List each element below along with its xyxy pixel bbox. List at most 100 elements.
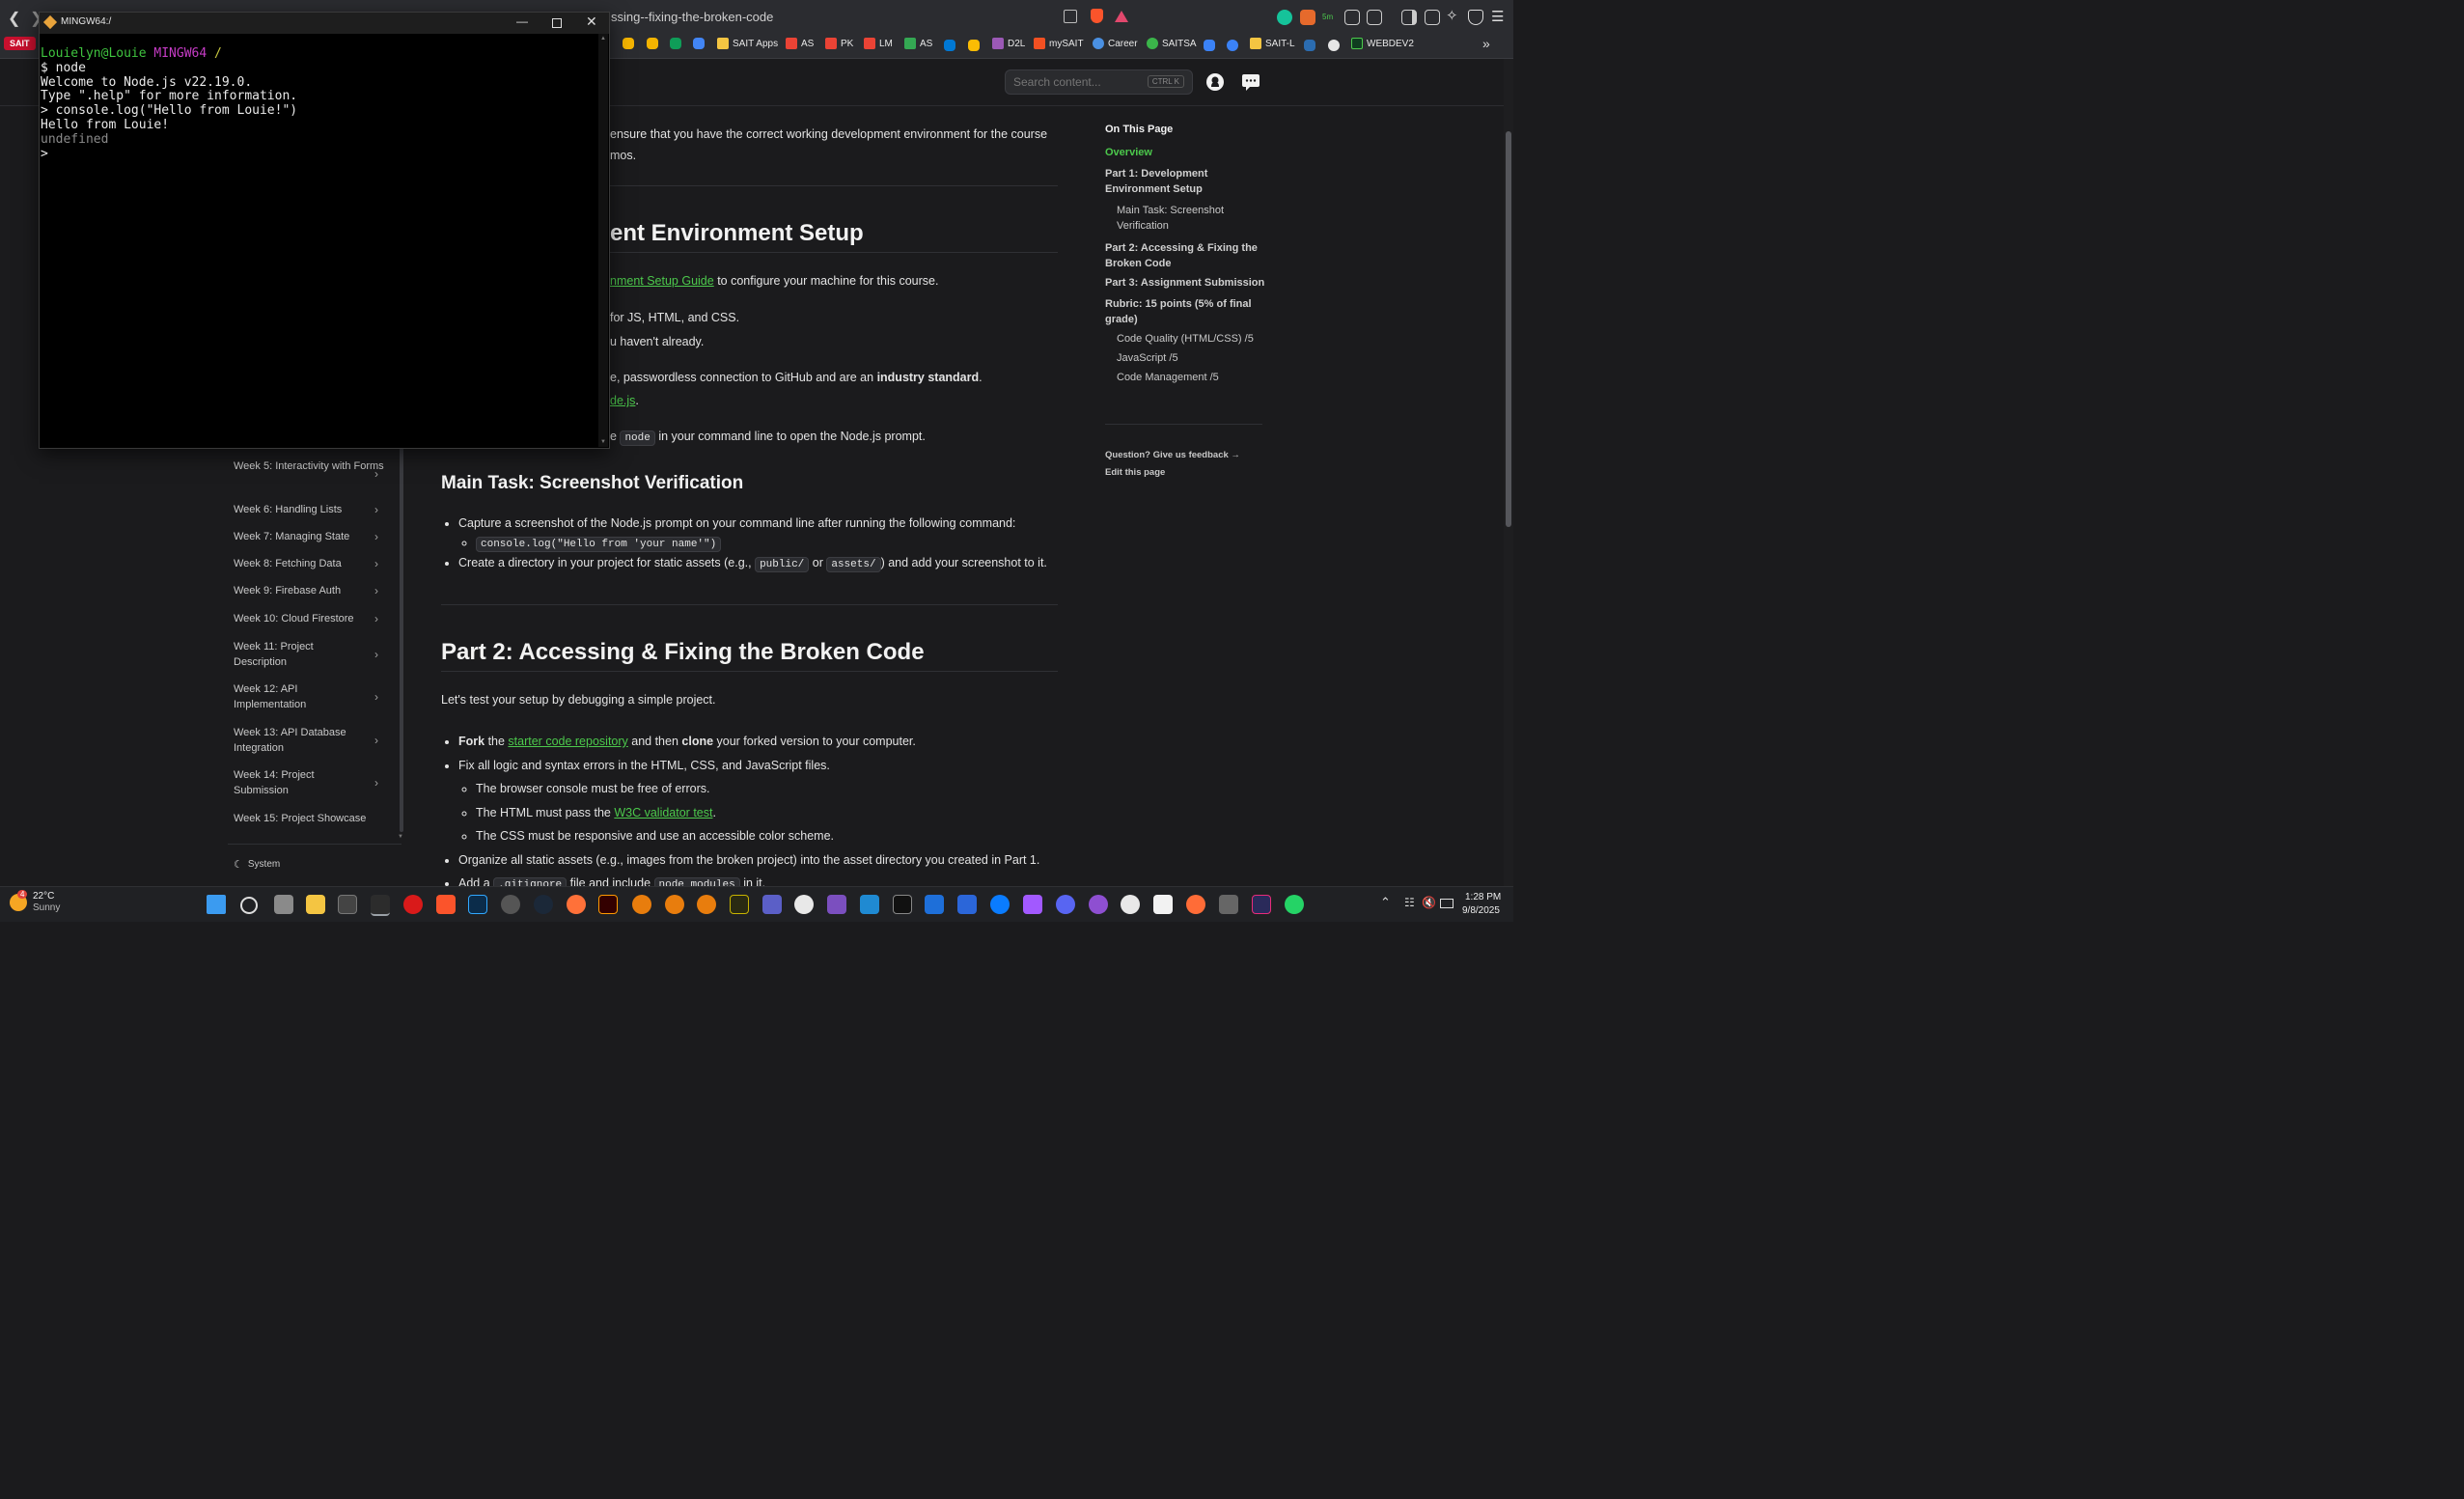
search-input[interactable] [1006, 70, 1156, 94]
address-bar-url[interactable]: ssing--fixing-the-broken-code [611, 10, 773, 24]
sidebar-scroll-down-icon[interactable]: ▼ [398, 834, 403, 840]
sidebar-item-week9[interactable]: Week 9: Firebase Auth › [234, 583, 388, 598]
bookmark-sait-l[interactable]: SAIT-L [1250, 38, 1295, 49]
git-bash-app-icon[interactable] [371, 895, 390, 916]
toc-rubric[interactable]: Rubric: 15 points (5% of final grade) [1105, 296, 1269, 327]
leo-ai-icon[interactable]: ✧ [1446, 7, 1458, 24]
sidebar-scrollbar[interactable] [400, 446, 403, 832]
steam-icon[interactable] [534, 895, 553, 914]
back-icon[interactable]: ❮ [8, 9, 20, 28]
vpn-shield-icon[interactable] [1468, 10, 1483, 25]
visual-studio-icon[interactable] [827, 895, 846, 914]
battery-icon[interactable] [1440, 899, 1453, 908]
terminal-titlebar[interactable]: MINGW64:/ — ✕ [40, 13, 609, 34]
w3c-validator-link[interactable]: W3C validator test [614, 806, 712, 819]
blender-icon[interactable] [697, 895, 716, 914]
github-desktop-icon[interactable] [1089, 895, 1108, 914]
bookmark-sait-apps[interactable]: SAIT Apps [717, 38, 778, 49]
feedback-link[interactable]: Question? Give us feedback → [1105, 450, 1240, 460]
chat-icon[interactable] [1227, 40, 1238, 51]
sidebar-toggle-icon[interactable] [1401, 10, 1417, 25]
github-icon[interactable] [1205, 72, 1225, 92]
theme-toggle[interactable]: ☾ System [234, 858, 280, 871]
photoshop-icon[interactable] [468, 895, 487, 914]
sidebar-item-week5[interactable]: Week 5: Interactivity with Forms › [234, 458, 388, 489]
sidebar-item-week6[interactable]: Week 6: Handling Lists › [234, 502, 388, 517]
bookmark-d2l[interactable]: D2L [992, 38, 1025, 49]
toc-code-management[interactable]: Code Management /5 [1105, 372, 1269, 383]
sidebar-item-week11[interactable]: Week 11: Project Description › [234, 639, 378, 670]
substance-icon[interactable] [730, 895, 749, 914]
page-scrollbar-thumb[interactable] [1506, 131, 1511, 527]
terminal-window[interactable]: MINGW64:/ — ✕ Louielyn@Louie MINGW64 / $… [39, 12, 610, 449]
scroll-up-icon[interactable]: ▲ [600, 36, 606, 42]
weather-widget[interactable]: 4 22°C Sunny [10, 890, 60, 914]
drive-icon[interactable] [968, 40, 980, 51]
bookmark-career[interactable]: Career [1093, 38, 1138, 49]
toc-part3[interactable]: Part 3: Assignment Submission [1105, 277, 1269, 289]
toc-code-quality[interactable]: Code Quality (HTML/CSS) /5 [1105, 333, 1269, 345]
windows-start-icon[interactable] [207, 895, 226, 914]
figma-icon[interactable] [1023, 895, 1042, 914]
jetbrains-icon[interactable] [1252, 895, 1271, 914]
toc-part1[interactable]: Part 1: Development Environment Setup [1105, 166, 1269, 197]
chevron-up-icon[interactable]: ⌃ [1380, 895, 1391, 910]
clock-time[interactable]: 1:28 PM [1465, 892, 1501, 902]
notion-icon[interactable] [1153, 895, 1173, 914]
github-icon[interactable] [1328, 40, 1340, 51]
bookmark-icon[interactable] [1204, 40, 1215, 51]
bookmark-lm[interactable]: LM [864, 38, 893, 49]
blender-icon[interactable] [632, 895, 651, 914]
teams-icon[interactable] [762, 895, 782, 914]
extension-badge-icon[interactable]: 5m [1322, 13, 1333, 21]
puzzle-icon[interactable] [1344, 10, 1360, 25]
bookmark-icon[interactable] [647, 38, 658, 49]
maximize-button[interactable] [552, 18, 562, 28]
search-icon[interactable] [240, 897, 258, 914]
firefox-icon[interactable] [567, 895, 586, 914]
task-view-icon[interactable] [274, 895, 293, 914]
messenger-icon[interactable] [990, 895, 1010, 914]
app-icon[interactable] [501, 895, 520, 914]
app-icon[interactable] [893, 895, 912, 914]
toc-part2[interactable]: Part 2: Accessing & Fixing the Broken Co… [1105, 240, 1269, 271]
sidebar-item-week12[interactable]: Week 12: API Implementation › [234, 681, 378, 712]
screenshot-icon[interactable] [1367, 10, 1382, 25]
setup-guide-link[interactable]: nment Setup Guide [610, 274, 714, 288]
minimize-button[interactable]: — [516, 14, 528, 28]
bookmark-icon[interactable] [1304, 40, 1315, 51]
terminal-app-icon[interactable] [338, 895, 357, 914]
whatsapp-icon[interactable] [1285, 895, 1304, 914]
volume-muted-icon[interactable]: 🔇 [1422, 896, 1436, 909]
chatgpt-icon[interactable] [1121, 895, 1140, 914]
sait-badge[interactable]: SAIT [4, 37, 36, 50]
file-explorer-icon[interactable] [306, 895, 325, 914]
bookmark-as[interactable]: AS [786, 38, 814, 49]
wallet-icon[interactable] [1425, 10, 1440, 25]
bookmark-saitsa[interactable]: SAITSA [1147, 38, 1197, 49]
brave-shield-icon[interactable] [1091, 9, 1103, 23]
wifi-icon[interactable]: ☷ [1404, 896, 1415, 909]
extension-icon[interactable] [1300, 10, 1315, 25]
bookmark-icon[interactable] [670, 38, 681, 49]
word-icon[interactable] [957, 895, 977, 914]
sidebar-item-week14[interactable]: Week 14: Project Submission › [234, 767, 378, 798]
bookmark-as-drive[interactable]: AS [904, 38, 932, 49]
starter-code-link[interactable]: starter code repository [508, 735, 627, 748]
sidebar-item-week10[interactable]: Week 10: Cloud Firestore › [234, 611, 388, 626]
sidebar-item-week8[interactable]: Week 8: Fetching Data › [234, 556, 388, 571]
sidebar-item-week13[interactable]: Week 13: API Database Integration › [234, 725, 378, 756]
app-icon[interactable] [1219, 895, 1238, 914]
clock-date[interactable]: 9/8/2025 [1462, 905, 1500, 916]
menu-icon[interactable]: ☰ [1491, 8, 1504, 25]
brave-icon[interactable] [436, 895, 456, 914]
sidebar-item-week15[interactable]: Week 15: Project Showcase [234, 811, 388, 826]
edit-page-link[interactable]: Edit this page [1105, 467, 1240, 478]
blender-icon[interactable] [665, 895, 684, 914]
sidebar-item-week7[interactable]: Week 7: Managing State › [234, 529, 388, 544]
outlook-icon[interactable] [944, 40, 955, 51]
grammarly-icon[interactable] [1277, 10, 1292, 25]
share-icon[interactable] [1064, 10, 1077, 23]
discord-icon[interactable] [1056, 895, 1075, 914]
toc-overview[interactable]: Overview [1105, 147, 1269, 158]
